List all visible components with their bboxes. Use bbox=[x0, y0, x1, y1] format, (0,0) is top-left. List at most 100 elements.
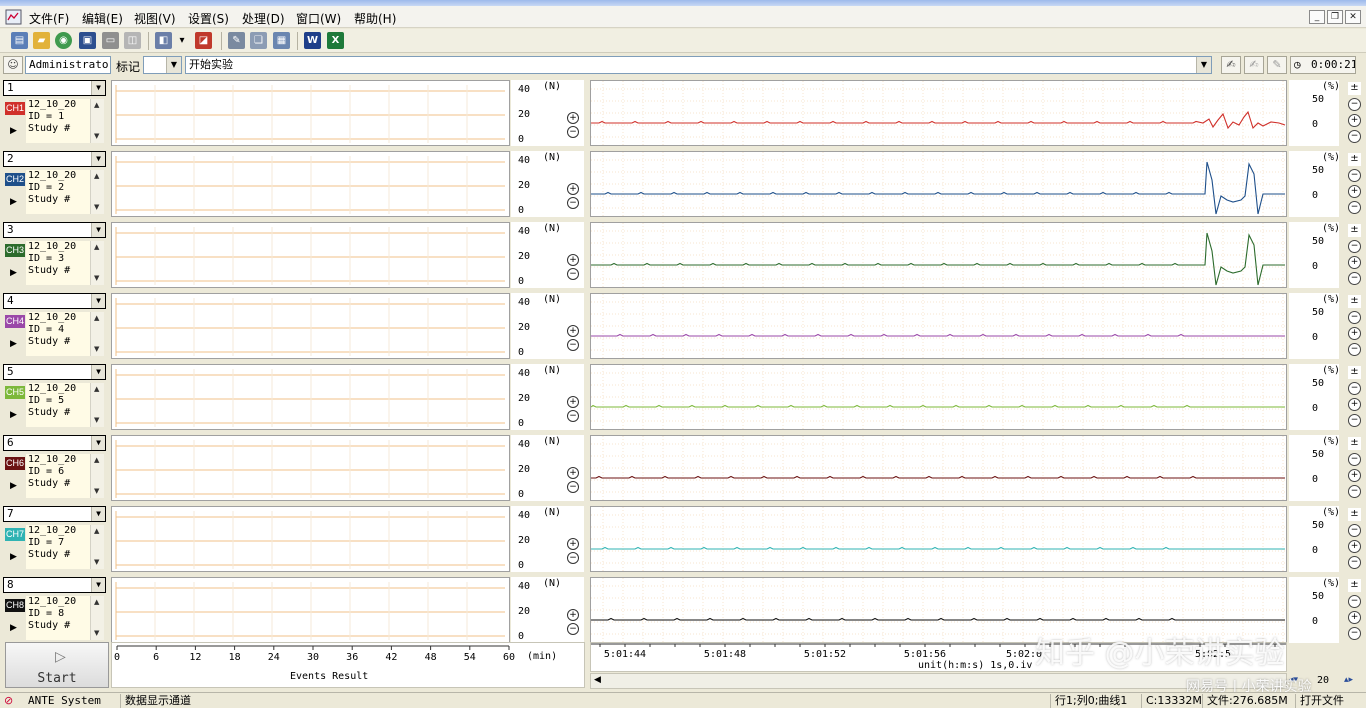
zoom-in-icon[interactable]: + bbox=[1348, 256, 1361, 269]
chevron-down-icon[interactable]: ▼ bbox=[91, 365, 105, 379]
chevron-down-icon[interactable]: ▼ bbox=[1196, 57, 1211, 73]
channel-select[interactable]: 6 ▼ bbox=[3, 435, 106, 451]
expand-arrow-icon[interactable]: ▶ bbox=[10, 623, 17, 633]
channel-info-scrollbar[interactable]: ▲ ▼ bbox=[90, 454, 104, 498]
menu-file[interactable]: 文件(F) bbox=[29, 10, 69, 27]
offset-down-icon[interactable]: − bbox=[1348, 98, 1361, 111]
offset-up-icon[interactable]: ± bbox=[1348, 366, 1361, 379]
offset-up-icon[interactable]: ± bbox=[1348, 579, 1361, 592]
menu-process[interactable]: 处理(D) bbox=[242, 10, 285, 27]
zoom-in-icon[interactable]: + bbox=[1348, 611, 1361, 624]
zoom-in-icon[interactable]: + bbox=[567, 467, 579, 479]
zoom-in-icon[interactable]: + bbox=[1348, 327, 1361, 340]
scroll-up-icon[interactable]: ▲ bbox=[94, 314, 99, 322]
zoom-out-icon[interactable]: − bbox=[1348, 627, 1361, 640]
channel-info-scrollbar[interactable]: ▲ ▼ bbox=[90, 525, 104, 569]
expand-arrow-icon[interactable]: ▶ bbox=[10, 126, 17, 136]
scroll-down-icon[interactable]: ▼ bbox=[94, 132, 99, 140]
zoom-out-icon[interactable]: − bbox=[567, 552, 579, 564]
zoom-out-icon[interactable]: − bbox=[1348, 130, 1361, 143]
zoom-in-icon[interactable]: + bbox=[567, 538, 579, 550]
menu-settings[interactable]: 设置(S) bbox=[188, 10, 229, 27]
zoom-out-icon[interactable]: − bbox=[1348, 343, 1361, 356]
menu-edit[interactable]: 编辑(E) bbox=[82, 10, 123, 27]
zoom-out-icon[interactable]: − bbox=[1348, 556, 1361, 569]
report-icon[interactable]: ▤ bbox=[11, 32, 28, 49]
channel-info-scrollbar[interactable]: ▲ ▼ bbox=[90, 383, 104, 427]
zoom-in-icon[interactable]: + bbox=[1348, 469, 1361, 482]
zoom-in-icon[interactable]: + bbox=[567, 254, 579, 266]
offset-down-icon[interactable]: − bbox=[1348, 595, 1361, 608]
scroll-down-icon[interactable]: ▼ bbox=[94, 203, 99, 211]
channel-info-scrollbar[interactable]: ▲ ▼ bbox=[90, 99, 104, 143]
channel-select[interactable]: 8 ▼ bbox=[3, 577, 106, 593]
restore-icon[interactable]: ❐ bbox=[1327, 10, 1343, 24]
chevron-down-icon[interactable]: ▼ bbox=[91, 152, 105, 166]
zoom-in-icon[interactable]: + bbox=[1348, 114, 1361, 127]
mark-dropdown[interactable]: ▼ bbox=[143, 56, 182, 74]
offset-up-icon[interactable]: ± bbox=[1348, 508, 1361, 521]
expand-arrow-icon[interactable]: ▶ bbox=[10, 268, 17, 278]
zoom-out-icon[interactable]: − bbox=[567, 268, 579, 280]
channel-select[interactable]: 5 ▼ bbox=[3, 364, 106, 380]
chevron-down-icon[interactable]: ▼ bbox=[91, 81, 105, 95]
channel-info-scrollbar[interactable]: ▲ ▼ bbox=[90, 596, 104, 640]
zoom-out-icon[interactable]: − bbox=[567, 481, 579, 493]
save-icon[interactable]: ▣ bbox=[79, 32, 96, 49]
menu-view[interactable]: 视图(V) bbox=[134, 10, 176, 27]
web-icon[interactable]: ◉ bbox=[55, 32, 72, 49]
print-icon[interactable]: ▭ bbox=[102, 32, 119, 49]
zoom-out-icon[interactable]: − bbox=[567, 410, 579, 422]
chevron-down-icon[interactable]: ▼ bbox=[91, 294, 105, 308]
zoom-in-icon[interactable]: + bbox=[1348, 185, 1361, 198]
offset-down-icon[interactable]: − bbox=[1348, 169, 1361, 182]
expand-arrow-icon[interactable]: ▶ bbox=[10, 481, 17, 491]
marker-icon[interactable]: ◧ bbox=[155, 32, 172, 49]
zoom-in-icon[interactable]: + bbox=[567, 112, 579, 124]
zoom-out-icon[interactable]: − bbox=[1348, 272, 1361, 285]
edit-icon[interactable]: ✎ bbox=[228, 32, 245, 49]
menu-help[interactable]: 帮助(H) bbox=[354, 10, 396, 27]
expand-arrow-icon[interactable]: ▶ bbox=[10, 339, 17, 349]
zoom-out-icon[interactable]: − bbox=[1348, 201, 1361, 214]
expand-arrow-icon[interactable]: ▶ bbox=[10, 197, 17, 207]
channel-info-scrollbar[interactable]: ▲ ▼ bbox=[90, 241, 104, 285]
edit-disabled-icon[interactable]: ✎ bbox=[1267, 56, 1287, 74]
channel-select[interactable]: 2 ▼ bbox=[3, 151, 106, 167]
minimize-icon[interactable]: _ bbox=[1309, 10, 1325, 24]
users-icon[interactable]: ☺ bbox=[3, 56, 23, 74]
offset-up-icon[interactable]: ± bbox=[1348, 224, 1361, 237]
scroll-up-icon[interactable]: ▲ bbox=[94, 243, 99, 251]
channel-select[interactable]: 7 ▼ bbox=[3, 506, 106, 522]
zoom-in-icon[interactable]: ▴▸ bbox=[1344, 675, 1353, 685]
scroll-left-icon[interactable]: ◀ bbox=[594, 675, 601, 685]
sign-icon[interactable]: ✍ bbox=[1221, 56, 1241, 74]
zoom-out-icon[interactable]: − bbox=[567, 126, 579, 138]
offset-up-icon[interactable]: ± bbox=[1348, 295, 1361, 308]
scroll-up-icon[interactable]: ▲ bbox=[94, 385, 99, 393]
zoom-out-icon[interactable]: − bbox=[567, 623, 579, 635]
channel-select[interactable]: 3 ▼ bbox=[3, 222, 106, 238]
sign-disabled-icon[interactable]: ✍ bbox=[1244, 56, 1264, 74]
excel-export-icon[interactable]: X bbox=[327, 32, 344, 49]
scroll-down-icon[interactable]: ▼ bbox=[94, 274, 99, 282]
scroll-up-icon[interactable]: ▲ bbox=[94, 598, 99, 606]
zoom-in-icon[interactable]: + bbox=[567, 396, 579, 408]
chevron-down-icon[interactable]: ▼ bbox=[91, 436, 105, 450]
zoom-out-icon[interactable]: − bbox=[567, 339, 579, 351]
zoom-in-icon[interactable]: + bbox=[567, 325, 579, 337]
start-button[interactable]: ▷ Start bbox=[5, 642, 109, 688]
offset-down-icon[interactable]: − bbox=[1348, 524, 1361, 537]
scroll-down-icon[interactable]: ▼ bbox=[94, 558, 99, 566]
chevron-down-icon[interactable]: ▼ bbox=[91, 507, 105, 521]
offset-up-icon[interactable]: ± bbox=[1348, 153, 1361, 166]
copy-window-icon[interactable]: ❏ bbox=[250, 32, 267, 49]
offset-down-icon[interactable]: − bbox=[1348, 240, 1361, 253]
menu-window[interactable]: 窗口(W) bbox=[296, 10, 341, 27]
print-preview-icon[interactable]: ◫ bbox=[124, 32, 141, 49]
close-icon[interactable]: ✕ bbox=[1345, 10, 1361, 24]
chevron-down-icon[interactable]: ▼ bbox=[166, 57, 181, 73]
offset-up-icon[interactable]: ± bbox=[1348, 437, 1361, 450]
offset-down-icon[interactable]: − bbox=[1348, 453, 1361, 466]
horizontal-scrollbar[interactable]: ◀ bbox=[590, 673, 1287, 689]
